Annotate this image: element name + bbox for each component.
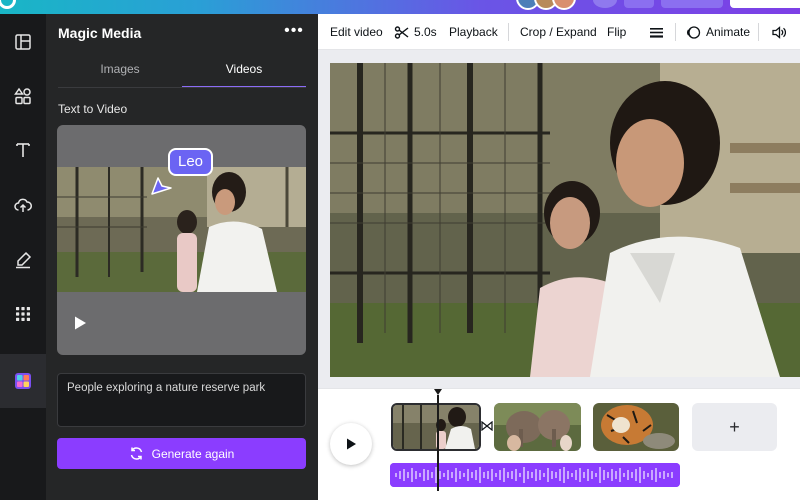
add-collaborator-button[interactable] — [593, 0, 617, 8]
collaborator-avatars[interactable] — [516, 0, 576, 10]
volume-button[interactable] — [771, 14, 786, 50]
rail-draw-button[interactable] — [0, 240, 46, 280]
section-label: Text to Video — [58, 102, 128, 116]
rail-uploads-button[interactable] — [0, 185, 46, 225]
share-button[interactable] — [730, 0, 800, 8]
volume-icon — [772, 25, 786, 39]
left-rail — [0, 14, 46, 500]
add-clip-button[interactable]: + — [692, 403, 777, 451]
elements-icon — [14, 87, 31, 105]
tab-label: Videos — [225, 62, 263, 76]
rail-elements-button[interactable] — [0, 76, 46, 116]
toolbar-divider — [508, 23, 509, 41]
position-button[interactable] — [649, 14, 664, 50]
edit-video-label: Edit video — [330, 25, 383, 39]
animate-button[interactable]: Animate — [686, 14, 750, 50]
refresh-icon — [130, 447, 142, 460]
video-thumbnail — [57, 167, 306, 292]
playback-label: Playback — [449, 25, 498, 39]
play-button[interactable] — [330, 423, 372, 465]
uploads-icon — [14, 198, 32, 212]
apps-icon — [16, 307, 30, 321]
collaborator-cursor-icon — [151, 177, 172, 195]
crop-expand-label: Crop / Expand — [520, 25, 597, 39]
rail-apps-button[interactable] — [0, 294, 46, 334]
audio-track[interactable] — [390, 463, 680, 487]
tab-images[interactable]: Images — [58, 62, 182, 88]
draw-icon — [16, 251, 32, 269]
playhead-handle-icon[interactable] — [433, 388, 443, 396]
trim-button[interactable]: 5.0s — [394, 14, 437, 50]
playhead[interactable] — [437, 395, 439, 491]
design-icon — [15, 34, 31, 50]
timeline: + — [318, 388, 800, 500]
prompt-input[interactable]: People exploring a nature reserve park — [57, 373, 306, 427]
tab-videos[interactable]: Videos — [182, 62, 306, 88]
clip-thumbnail — [393, 405, 479, 449]
tab-divider — [58, 87, 306, 88]
toolbar-divider — [758, 23, 759, 41]
flip-label: Flip — [607, 25, 627, 39]
magic-media-icon — [15, 373, 31, 389]
text-icon — [16, 143, 30, 157]
present-button[interactable] — [661, 0, 723, 8]
animate-icon — [686, 25, 701, 39]
avatar[interactable] — [552, 0, 576, 10]
rail-text-button[interactable] — [0, 130, 46, 170]
play-icon[interactable] — [72, 315, 88, 331]
collaborator-name-tag: Leo — [168, 148, 214, 176]
timeline-clip-3[interactable] — [593, 403, 679, 451]
audio-waveform — [390, 463, 680, 487]
more-options-button[interactable]: ••• — [278, 20, 310, 44]
logo-icon[interactable] — [0, 0, 16, 9]
playback-button[interactable]: Playback — [449, 14, 498, 50]
rail-design-button[interactable] — [0, 22, 46, 62]
tab-label: Images — [100, 62, 140, 76]
top-header-bar — [0, 0, 800, 14]
timeline-clip-2[interactable] — [494, 403, 581, 451]
generate-label: Generate again — [151, 446, 235, 461]
timeline-clip-1[interactable] — [391, 403, 481, 451]
generate-again-button[interactable]: Generate again — [57, 438, 306, 469]
main-video-frame[interactable] — [330, 63, 800, 377]
app-window: Magic Media ••• Images Videos Text to Vi… — [0, 0, 800, 500]
edit-video-button[interactable]: Edit video — [330, 14, 383, 50]
clip-thumbnail — [593, 403, 679, 451]
design-canvas — [318, 50, 800, 388]
scissors-icon — [394, 25, 409, 39]
panel-title: Magic Media — [58, 25, 142, 41]
play-icon — [347, 438, 356, 450]
magic-media-panel: Magic Media ••• Images Videos Text to Vi… — [46, 14, 318, 500]
lines-icon — [650, 27, 663, 38]
analytics-button[interactable] — [624, 0, 654, 8]
transition-icon[interactable] — [481, 421, 493, 431]
editor-toolbar: Edit video 5.0s Playback Crop / Expand F… — [318, 14, 800, 50]
flip-button[interactable]: Flip — [607, 14, 626, 50]
animate-label: Animate — [706, 25, 751, 39]
duration-label: 5.0s — [414, 25, 437, 39]
rail-magic-media-button[interactable] — [0, 354, 46, 408]
crop-expand-button[interactable]: Crop / Expand — [520, 14, 597, 50]
clip-thumbnail — [494, 403, 581, 451]
toolbar-divider — [675, 23, 676, 41]
